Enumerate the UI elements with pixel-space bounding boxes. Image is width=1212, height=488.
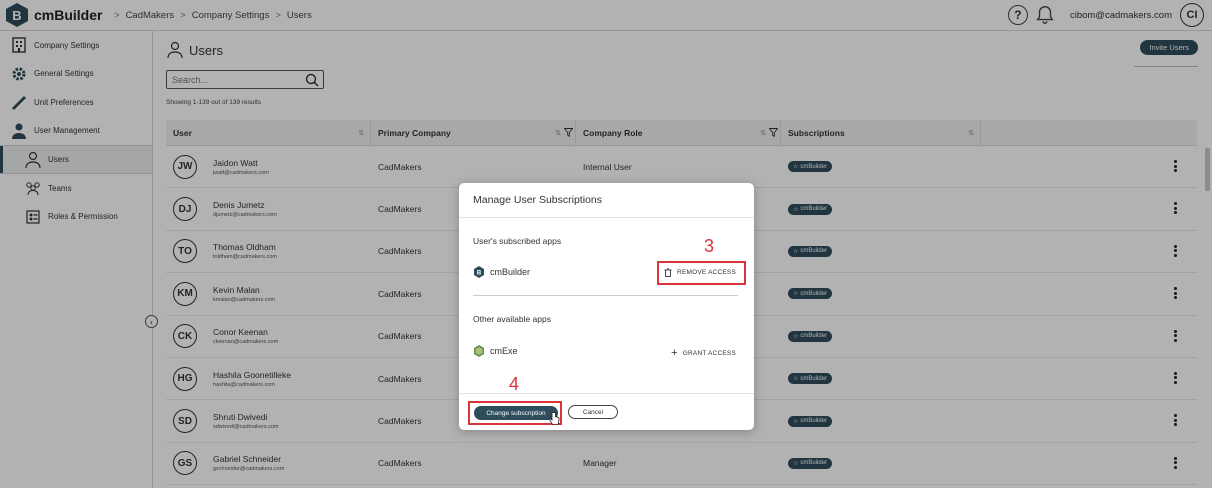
cancel-button[interactable]: Cancel: [568, 405, 618, 419]
step-number-4: 4: [509, 374, 520, 394]
grant-access-button[interactable]: + GRANT ACCESS: [671, 347, 736, 359]
hand-cursor-icon: [548, 412, 560, 425]
divider: [473, 295, 738, 296]
highlight-remove-access: [657, 261, 746, 285]
step-number-3: 3: [704, 236, 715, 256]
dialog-title: Manage User Subscriptions: [473, 194, 602, 206]
manage-subscriptions-dialog: Manage User Subscriptions User's subscri…: [459, 183, 754, 430]
cmexe-app-icon: [474, 345, 484, 357]
app-name: cmBuilder: [490, 267, 531, 277]
available-apps-label: Other available apps: [473, 314, 551, 324]
cmbuilder-app-icon: B: [474, 266, 484, 278]
svg-text:B: B: [477, 271, 482, 277]
divider: [459, 393, 754, 394]
available-app-cmexe: cmExe: [473, 345, 518, 357]
plus-icon: +: [671, 347, 678, 359]
subscribed-apps-label: User's subscribed apps: [473, 236, 562, 246]
subscribed-app-cmbuilder: B cmBuilder: [473, 266, 530, 278]
divider: [459, 217, 754, 218]
app-name: cmExe: [490, 346, 518, 356]
